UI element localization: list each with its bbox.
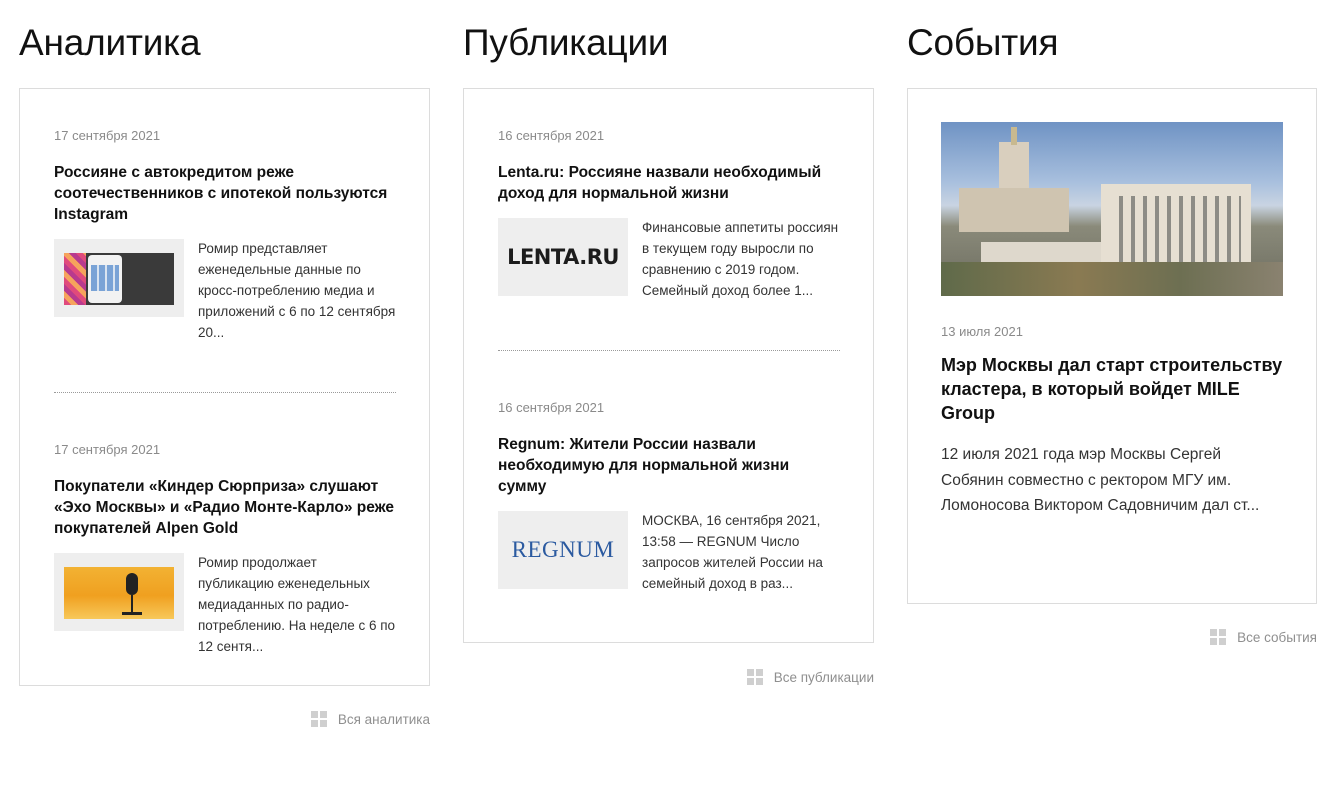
analytics-title: Аналитика bbox=[19, 22, 201, 63]
grid-icon bbox=[746, 669, 763, 685]
event-item[interactable]: 13 июля 2021 Мэр Москвы дал старт строит… bbox=[941, 324, 1286, 519]
thumbnail-image bbox=[64, 253, 174, 305]
item-divider bbox=[54, 392, 396, 393]
item-headline-link[interactable]: Lenta.ru: Россияне назвали необходимый д… bbox=[498, 162, 840, 204]
instagram-phone-image[interactable] bbox=[54, 239, 184, 317]
item-excerpt: 12 июля 2021 года мэр Москвы Сергей Собя… bbox=[941, 446, 1260, 514]
item-headline-link[interactable]: Россияне с автокредитом реже соотечестве… bbox=[54, 162, 396, 225]
publications-card: 16 сентября 2021 Lenta.ru: Россияне назв… bbox=[463, 88, 874, 643]
analytics-item[interactable]: 17 сентября 2021 Россияне с автокредитом… bbox=[54, 128, 396, 343]
analytics-item[interactable]: 17 сентября 2021 Покупатели «Киндер Сюрп… bbox=[54, 442, 396, 657]
item-date: 16 сентября 2021 bbox=[498, 400, 605, 415]
logo-text: REGNUM bbox=[511, 537, 615, 562]
lenta-logo[interactable]: LENTA.RU bbox=[498, 218, 628, 296]
publications-title: Публикации bbox=[463, 22, 669, 63]
item-media: REGNUM МОСКВА, 16 сентября 2021, 13:58 —… bbox=[498, 511, 840, 594]
thumbnail-image bbox=[64, 567, 174, 619]
item-headline-link[interactable]: Мэр Москвы дал старт строительству класт… bbox=[941, 353, 1286, 425]
item-excerpt: Ромир продолжает публикацию еженедельных… bbox=[198, 555, 396, 654]
grid-icon bbox=[310, 711, 327, 727]
all-analytics-link[interactable]: Вся аналитика bbox=[310, 711, 430, 727]
item-media: Ромир продолжает публикацию еженедельных… bbox=[54, 553, 396, 657]
logo-text: LENTA.RU bbox=[507, 245, 619, 269]
all-events-link[interactable]: Все события bbox=[1210, 629, 1317, 645]
item-media: Ромир представляет еженедельные данные п… bbox=[54, 239, 396, 343]
regnum-logo[interactable]: REGNUM bbox=[498, 511, 628, 589]
item-media: LENTA.RU Финансовые аппетиты россиян в т… bbox=[498, 218, 840, 301]
item-excerpt: Ромир представляет еженедельные данные п… bbox=[198, 241, 396, 340]
microphone-image[interactable] bbox=[54, 553, 184, 631]
grid-icon bbox=[1210, 629, 1227, 645]
footer-link-label: Все публикации bbox=[773, 669, 874, 685]
item-excerpt: МОСКВА, 16 сентября 2021, 13:58 — REGNUM… bbox=[642, 513, 823, 591]
events-card: 13 июля 2021 Мэр Москвы дал старт строит… bbox=[907, 88, 1317, 604]
analytics-card: 17 сентября 2021 Россияне с автокредитом… bbox=[19, 88, 430, 686]
item-excerpt: Финансовые аппетиты россиян в текущем го… bbox=[642, 220, 839, 298]
publication-item[interactable]: 16 сентября 2021 Lenta.ru: Россияне назв… bbox=[498, 128, 840, 301]
footer-link-label: Все события bbox=[1237, 629, 1317, 645]
item-headline-link[interactable]: Покупатели «Киндер Сюрприза» слушают «Эх… bbox=[54, 476, 396, 539]
publication-item[interactable]: 16 сентября 2021 Regnum: Жители России н… bbox=[498, 400, 840, 594]
item-date: 17 сентября 2021 bbox=[54, 128, 161, 143]
item-divider bbox=[498, 350, 840, 351]
item-date: 16 сентября 2021 bbox=[498, 128, 605, 143]
moscow-university-cluster-photo[interactable] bbox=[941, 122, 1283, 296]
events-title: События bbox=[907, 22, 1059, 63]
footer-link-label: Вся аналитика bbox=[337, 711, 430, 727]
item-date: 17 сентября 2021 bbox=[54, 442, 161, 457]
item-date: 13 июля 2021 bbox=[941, 324, 1023, 339]
all-publications-link[interactable]: Все публикации bbox=[746, 669, 874, 685]
item-headline-link[interactable]: Regnum: Жители России назвали необходиму… bbox=[498, 434, 840, 497]
